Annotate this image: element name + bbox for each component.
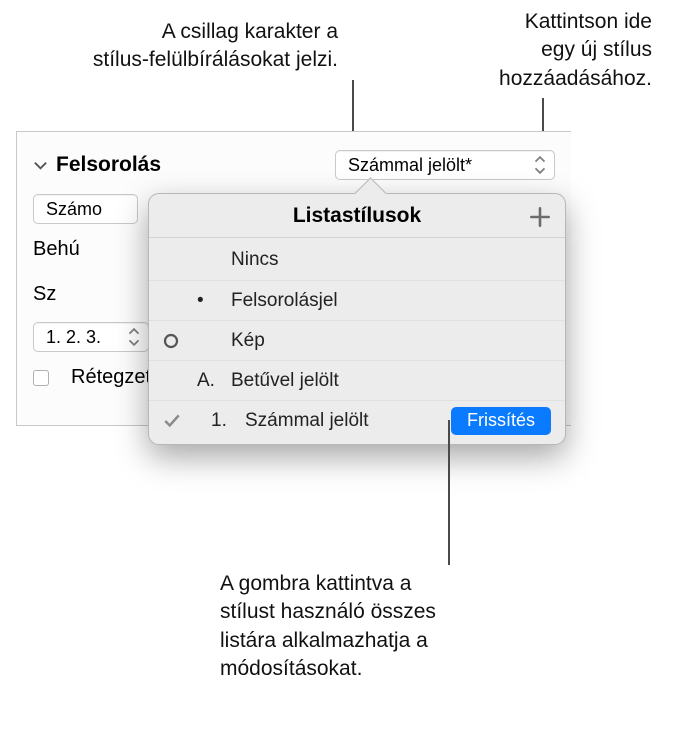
- callout-add-label: Kattintson ide egy új stílus hozzáadásáh…: [392, 8, 652, 93]
- style-prefix: A.: [197, 370, 225, 392]
- popover-title: Listastílusok: [293, 204, 421, 228]
- tiered-checkbox[interactable]: [33, 370, 49, 386]
- callout-line: [448, 420, 450, 565]
- style-item-none[interactable]: Nincs: [149, 240, 565, 280]
- style-item-label: Felsorolásjel: [231, 290, 338, 312]
- list-styles-popover: Listastílusok Nincs • Felsorolásjel Kép …: [148, 193, 566, 445]
- style-item-image[interactable]: Kép: [149, 320, 565, 360]
- section-title: Felsorolás: [56, 153, 161, 177]
- style-item-lettered[interactable]: A. Betűvel jelölt: [149, 360, 565, 400]
- popover-title-row: Listastílusok: [149, 194, 565, 238]
- style-prefix: •: [197, 290, 225, 312]
- section-toggle-bullets[interactable]: Felsorolás: [33, 153, 161, 177]
- style-item-label: Számmal jelölt: [245, 410, 369, 432]
- list-style-popup[interactable]: Számmal jelölt*: [335, 150, 555, 180]
- numbering-type-label: Számo: [46, 199, 102, 220]
- add-style-button[interactable]: [527, 204, 553, 230]
- style-item-numbered[interactable]: 1. Számmal jelölt Frissítés: [149, 400, 565, 440]
- callout-update-label: A gombra kattintva a stílust használó ös…: [220, 570, 530, 683]
- style-prefix: 1.: [211, 410, 239, 432]
- style-item-label: Kép: [231, 330, 265, 352]
- indent-label: Behú: [33, 238, 80, 261]
- numbering-type-popup[interactable]: Számo: [33, 194, 138, 224]
- popover-list: Nincs • Felsorolásjel Kép A. Betűvel jel…: [149, 238, 565, 444]
- number-format-label: 1. 2. 3.: [46, 327, 101, 348]
- chevron-down-icon: [33, 158, 48, 173]
- update-style-button[interactable]: Frissítés: [451, 407, 551, 435]
- checkmark-icon: [163, 412, 181, 430]
- list-style-current: Számmal jelölt*: [348, 155, 472, 176]
- updown-arrows-icon: [534, 156, 546, 174]
- style-item-label: Nincs: [231, 249, 279, 271]
- style-item-bullet[interactable]: • Felsorolásjel: [149, 280, 565, 320]
- image-bullet-icon: [163, 333, 179, 349]
- callout-asterisk-label: A csillag karakter a stílus-felülbírálás…: [8, 18, 338, 75]
- number-format-popup[interactable]: 1. 2. 3.: [33, 322, 149, 352]
- width-label: Sz: [33, 283, 56, 306]
- style-item-label: Betűvel jelölt: [231, 370, 339, 392]
- updown-arrows-icon: [128, 328, 140, 346]
